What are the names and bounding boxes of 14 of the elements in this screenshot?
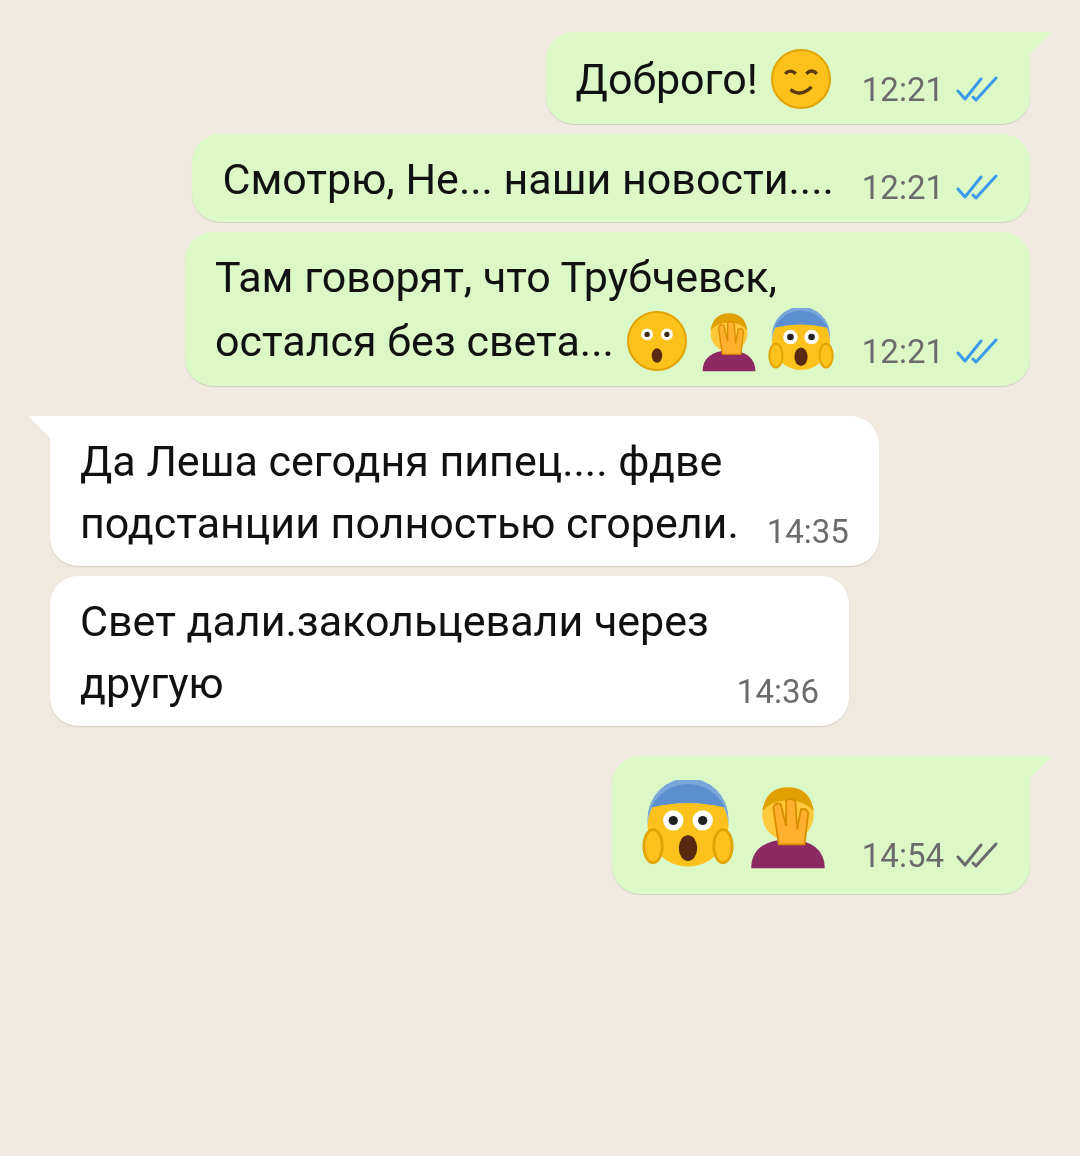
message-text: Доброго!: [575, 53, 758, 106]
message-text: Там говорят, что Трубчевск,: [214, 251, 777, 304]
message-text: Свет дали.закольцевали через: [80, 595, 709, 648]
message-time: 12:21: [861, 331, 944, 373]
message-time: 14:54: [861, 835, 944, 877]
message-text: Да Леша сегодня пипец.... фдве: [80, 435, 723, 488]
message-text: другую: [80, 657, 224, 710]
message-time: 12:21: [861, 69, 944, 111]
message-text: Смотрю, Не... наши новости....: [222, 153, 834, 206]
message-text: остался без света...: [214, 315, 614, 368]
message-text: подстанции полностью сгорели.: [80, 497, 739, 550]
message-time: 12:21: [861, 167, 944, 209]
message-time: 14:36: [736, 671, 820, 713]
message-time: 14:35: [766, 511, 849, 553]
